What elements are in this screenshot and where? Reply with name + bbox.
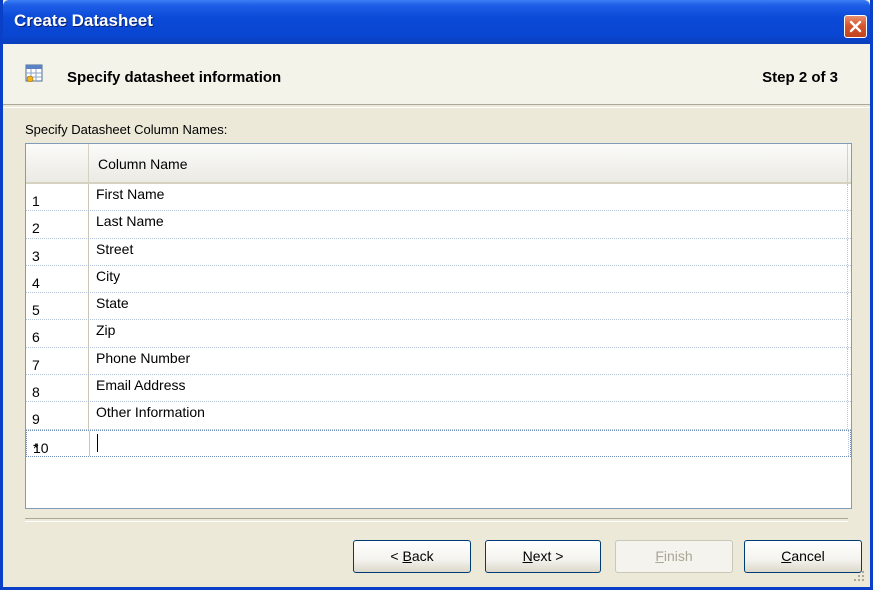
column-name-value: Last Name: [96, 213, 164, 230]
column-name-cell[interactable]: First Name: [89, 184, 848, 211]
row-number: 7: [32, 356, 40, 373]
next-button-mnemonic: N: [522, 548, 533, 564]
title-bar[interactable]: Create Datasheet: [3, 0, 870, 44]
table-row[interactable]: 2 Last Name: [26, 211, 851, 239]
back-button[interactable]: < Back: [353, 540, 471, 573]
next-button-label: ext >: [532, 548, 564, 564]
close-icon: [849, 20, 862, 33]
row-number-cell[interactable]: 10 *: [27, 430, 90, 456]
header-divider: [3, 104, 870, 108]
column-name-value: Street: [96, 240, 134, 257]
row-number-cell[interactable]: 7: [26, 347, 89, 375]
column-name-value: First Name: [96, 186, 165, 202]
finish-button-mnemonic: F: [655, 548, 664, 564]
column-name-input[interactable]: [90, 430, 849, 456]
table-row[interactable]: 4 City: [26, 265, 851, 294]
row-number-cell[interactable]: 8: [26, 375, 89, 402]
row-number-cell[interactable]: 9: [26, 402, 89, 429]
column-header-column-name[interactable]: Column Name: [89, 144, 848, 182]
column-name-cell[interactable]: Street: [89, 238, 848, 265]
back-button-mnemonic: B: [402, 548, 412, 564]
grid-rows: 1 First Name 2 Last Name 3 Street 4 City 5 State 6…: [26, 184, 851, 457]
column-name-value: City: [96, 267, 121, 284]
row-number-cell[interactable]: 2: [26, 211, 89, 238]
table-row[interactable]: 8 Email Address: [26, 375, 851, 403]
table-row[interactable]: 6 Zip: [26, 320, 851, 348]
column-name-value: Email Address: [96, 377, 186, 394]
table-row[interactable]: 7 Phone Number: [26, 347, 851, 376]
new-row-marker-icon: *: [33, 439, 39, 456]
column-name-cell[interactable]: City: [89, 265, 848, 293]
text-caret: [97, 433, 98, 452]
row-number-cell[interactable]: 3: [26, 238, 89, 265]
row-number: 5: [32, 302, 40, 319]
row-number: 3: [32, 247, 40, 264]
column-name-cell[interactable]: Other Information: [89, 402, 848, 429]
column-name-cell[interactable]: State: [89, 293, 848, 320]
back-button-prefix: <: [390, 548, 403, 564]
row-number-cell[interactable]: 4: [26, 265, 89, 293]
row-number: 1: [32, 193, 40, 209]
wizard-header: Specify datasheet information Step 2 of …: [3, 44, 870, 104]
row-number-cell[interactable]: 5: [26, 293, 89, 320]
row-number: 2: [32, 220, 40, 237]
row-number-cell[interactable]: 6: [26, 320, 89, 347]
grid-label: Specify Datasheet Column Names:: [25, 122, 228, 137]
row-number: 4: [32, 274, 40, 291]
row-number: 6: [32, 329, 40, 346]
finish-button[interactable]: Finish: [615, 540, 733, 573]
close-button[interactable]: [844, 15, 867, 38]
row-number: 8: [32, 384, 40, 401]
row-header-corner[interactable]: [26, 144, 89, 182]
table-row[interactable]: 3 Street: [26, 238, 851, 266]
finish-button-label: inish: [663, 548, 693, 564]
new-row[interactable]: 10 *: [26, 429, 851, 457]
column-names-grid[interactable]: Column Name 1 First Name 2 Last Name 3 Street…: [25, 143, 852, 509]
table-row[interactable]: 1 First Name: [26, 184, 851, 212]
resize-grip-icon[interactable]: [853, 570, 865, 582]
table-row[interactable]: 9 Other Information: [26, 402, 851, 430]
column-header-label: Column Name: [98, 156, 188, 172]
column-name-cell[interactable]: Email Address: [89, 375, 848, 402]
column-name-value: Zip: [96, 322, 116, 339]
cancel-button-mnemonic: C: [781, 548, 792, 564]
cancel-button-label: ancel: [791, 548, 825, 564]
grid-header: Column Name: [26, 144, 851, 184]
window-title: Create Datasheet: [14, 11, 153, 30]
datasheet-icon: [25, 64, 43, 82]
page-heading: Specify datasheet information: [67, 69, 282, 86]
row-number-cell[interactable]: 1: [26, 184, 89, 211]
column-name-value: Phone Number: [96, 349, 191, 366]
table-row[interactable]: 5 State: [26, 293, 851, 321]
column-name-cell[interactable]: Phone Number: [89, 347, 848, 375]
next-button[interactable]: Next >: [485, 540, 601, 573]
column-name-value: Other Information: [96, 404, 205, 421]
cancel-button[interactable]: Cancel: [744, 540, 862, 573]
footer-divider: [25, 518, 848, 522]
step-indicator: Step 2 of 3: [762, 69, 838, 86]
column-name-cell[interactable]: Zip: [89, 320, 848, 347]
column-name-value: State: [96, 295, 129, 312]
row-number: 9: [32, 411, 40, 428]
column-name-cell[interactable]: Last Name: [89, 211, 848, 238]
back-button-label: ack: [411, 548, 434, 564]
create-datasheet-dialog: Create Datasheet Specify datasheet infor…: [0, 0, 873, 590]
